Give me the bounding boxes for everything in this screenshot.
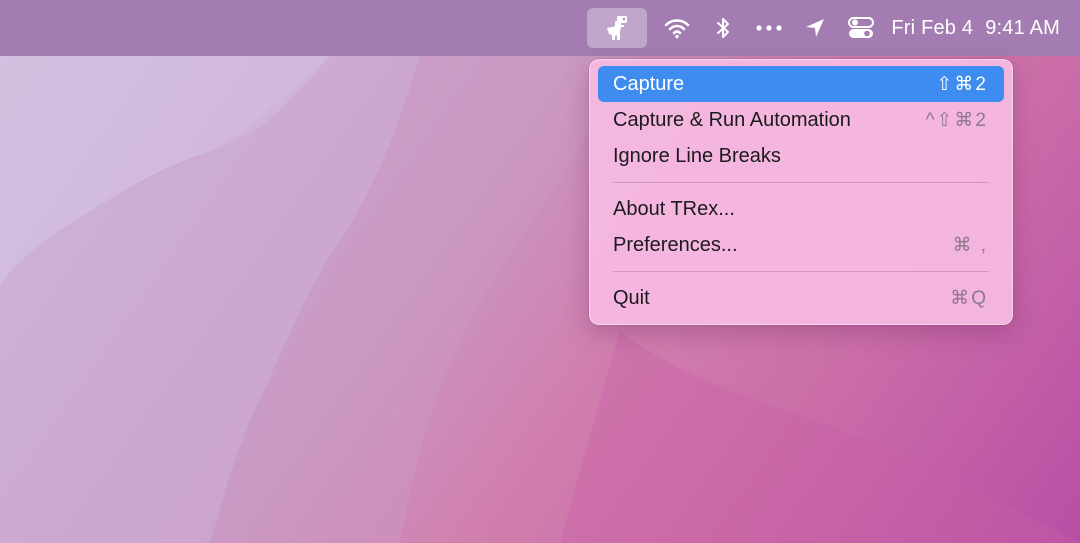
wifi-icon — [665, 19, 690, 39]
more-icon — [756, 25, 782, 31]
menu-item-shortcut: ^⇧⌘2 — [925, 109, 988, 131]
menu-item-shortcut: ⌘Q — [950, 287, 988, 309]
clock-time: 9:41 AM — [985, 16, 1060, 39]
more-status[interactable] — [749, 8, 789, 48]
menu-item-capture-run-automation[interactable]: Capture & Run Automation ^⇧⌘2 — [598, 102, 1004, 138]
menubar-clock[interactable]: Fri Feb 4 9:41 AM — [891, 8, 1060, 48]
menu-item-label: About TRex... — [613, 197, 735, 220]
location-status[interactable] — [795, 8, 835, 48]
trex-menubar-button[interactable] — [587, 8, 648, 48]
control-center-button[interactable] — [841, 8, 881, 48]
menu-item-shortcut: ⌘ , — [952, 234, 988, 256]
menu-item-shortcut: ⇧⌘2 — [936, 73, 988, 95]
location-icon — [806, 19, 825, 37]
menu-item-preferences[interactable]: Preferences... ⌘ , — [598, 227, 1004, 263]
menu-item-capture[interactable]: Capture ⇧⌘2 — [598, 66, 1004, 102]
menu-item-label: Capture — [613, 72, 685, 95]
trex-dropdown-menu: Capture ⇧⌘2 Capture & Run Automation ^⇧⌘… — [589, 59, 1013, 325]
menu-bar: Fri Feb 4 9:41 AM — [0, 0, 1080, 56]
bluetooth-icon — [717, 18, 730, 38]
menu-item-ignore-line-breaks[interactable]: Ignore Line Breaks — [598, 138, 1004, 174]
menu-item-label: Capture & Run Automation — [613, 108, 851, 131]
clock-date: Fri Feb 4 — [891, 16, 974, 39]
menu-separator — [613, 182, 989, 183]
trex-dinosaur-icon — [607, 16, 628, 40]
control-center-icon — [848, 17, 875, 38]
menu-item-label: Quit — [613, 286, 650, 309]
menu-item-quit[interactable]: Quit ⌘Q — [598, 280, 1004, 316]
menu-separator — [613, 271, 989, 272]
menu-item-label: Preferences... — [613, 233, 738, 256]
menu-item-about[interactable]: About TRex... — [598, 191, 1004, 227]
menu-item-label: Ignore Line Breaks — [613, 144, 781, 167]
bluetooth-status[interactable] — [703, 8, 743, 48]
wifi-status[interactable] — [657, 8, 697, 48]
